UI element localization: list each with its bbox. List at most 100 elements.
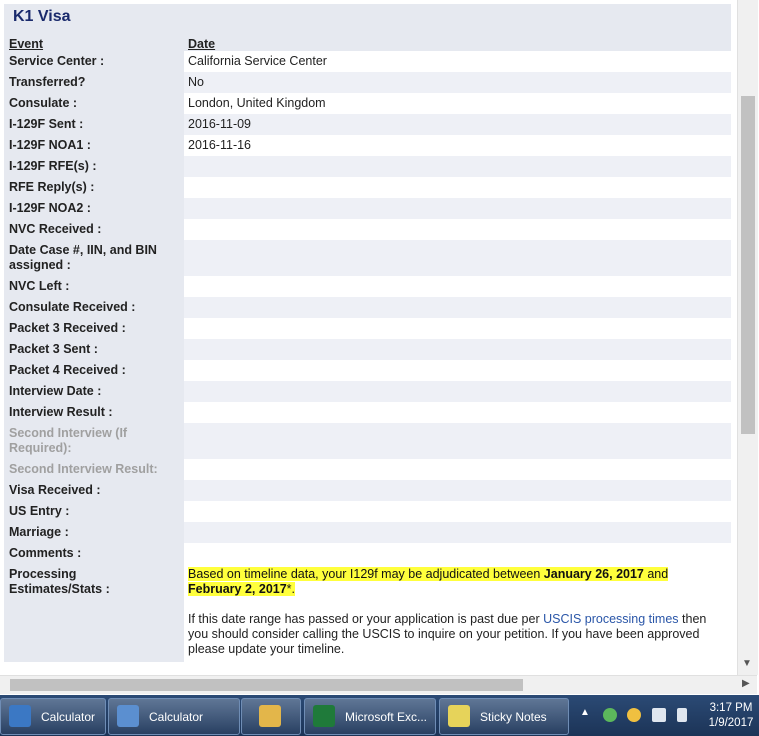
scroll-down-arrow-icon[interactable]: ▼ — [742, 658, 752, 669]
estimate-suffix: *. — [286, 582, 296, 596]
network-icon[interactable] — [652, 708, 666, 722]
row-value: 2016-11-16 — [184, 135, 731, 156]
row-label: Marriage : — [9, 525, 69, 539]
row-value: No — [184, 72, 731, 93]
timeline-row: Marriage : — [4, 522, 731, 543]
row-label: Consulate : — [9, 96, 78, 110]
estimate-and: and — [643, 567, 669, 581]
row-value — [184, 459, 731, 480]
row-label: Second Interview (If Required): — [9, 426, 128, 455]
show-hidden-icons-icon[interactable]: ▲ — [580, 707, 590, 718]
row-label: Service Center : — [9, 54, 105, 68]
timeline-row: Consulate : London, United Kingdom — [4, 93, 731, 114]
horizontal-scrollbar[interactable]: ▶ — [0, 675, 757, 694]
timeline-row: NVC Received : — [4, 219, 731, 240]
horizontal-scroll-thumb[interactable] — [10, 679, 523, 691]
timeline-row: NVC Left : — [4, 276, 731, 297]
row-value: California Service Center — [184, 51, 731, 72]
timeline-row: I-129F Sent : 2016-11-09 — [4, 114, 731, 135]
row-value: London, United Kingdom — [184, 93, 731, 114]
vertical-scroll-thumb[interactable] — [741, 96, 755, 434]
timeline-row: Interview Date : — [4, 381, 731, 402]
taskbar-button[interactable] — [241, 698, 301, 735]
estimate-text: Based on timeline data, your I129f may b… — [188, 567, 708, 597]
timeline-row: Second Interview Result: — [4, 459, 731, 480]
note-before-link: If this date range has passed or your ap… — [188, 612, 544, 626]
tray-app-icon[interactable] — [603, 708, 617, 722]
row-value — [184, 522, 731, 543]
timeline-row: US Entry : — [4, 501, 731, 522]
row-value — [184, 501, 731, 522]
row-label: Consulate Received : — [9, 300, 136, 314]
row-value — [184, 156, 731, 177]
row-label: Date Case #, IIN, and BIN assigned : — [9, 243, 157, 272]
row-value — [184, 297, 731, 318]
timeline-row: I-129F NOA1 : 2016-11-16 — [4, 135, 731, 156]
row-label: Comments : — [9, 546, 82, 560]
taskbar-button[interactable]: Sticky Notes — [439, 698, 569, 735]
taskbar-button[interactable]: Calculator — [108, 698, 240, 735]
row-label: US Entry : — [9, 504, 70, 518]
row-label: Processing Estimates/Stats : — [9, 567, 110, 596]
timeline-row: Service Center : California Service Cente… — [4, 51, 731, 72]
row-label: Transferred? — [9, 75, 86, 89]
volume-icon[interactable] — [677, 708, 687, 722]
row-value — [184, 339, 731, 360]
row-label: I-129F NOA1 : — [9, 138, 91, 152]
taskbar-button[interactable]: Calculator — [0, 698, 106, 735]
taskbar-button-label: Sticky Notes — [480, 710, 547, 724]
row-value — [184, 543, 731, 564]
timeline-row: Packet 3 Received : — [4, 318, 731, 339]
taskbar-button-label: Microsoft Exc... — [345, 710, 428, 724]
timeline-row: Transferred? No — [4, 72, 731, 93]
estimate-date-start: January 26, 2017 — [543, 567, 644, 581]
row-value — [184, 423, 731, 459]
row-label: Packet 3 Received : — [9, 321, 126, 335]
row-value: 2016-11-09 — [184, 114, 731, 135]
timeline-row: Interview Result : — [4, 402, 731, 423]
row-label: NVC Received : — [9, 222, 102, 236]
timeline-row: Comments : — [4, 543, 731, 564]
row-label: RFE Reply(s) : — [9, 180, 95, 194]
timeline-row: I-129F RFE(s) : — [4, 156, 731, 177]
timeline-row: Second Interview (If Required): — [4, 423, 731, 459]
row-value — [184, 381, 731, 402]
vertical-scrollbar[interactable]: ▼ — [737, 0, 758, 675]
estimate-date-end: February 2, 2017 — [188, 582, 287, 596]
row-label: NVC Left : — [9, 279, 70, 293]
estimate-prefix: Based on timeline data, your I129f may b… — [188, 567, 544, 581]
calculator-icon — [117, 705, 139, 727]
taskbar-button-label: Calculator — [41, 710, 96, 724]
excel-icon — [313, 705, 335, 727]
uscis-processing-times-link[interactable]: USCIS processing times — [543, 612, 678, 626]
timeline-row: Visa Received : — [4, 480, 731, 501]
date-column-header: Date — [188, 37, 216, 51]
row-value — [184, 198, 731, 219]
system-clock[interactable]: 3:17 PM 1/9/2017 — [705, 701, 757, 731]
timeline-row: RFE Reply(s) : — [4, 177, 731, 198]
row-label: Interview Date : — [9, 384, 102, 398]
taskbar: Calculator Calculator Microsoft Exc... Stic… — [0, 695, 759, 736]
taskbar-button[interactable]: Microsoft Exc... — [304, 698, 436, 735]
row-value — [184, 318, 731, 339]
timeline-row: Packet 4 Received : — [4, 360, 731, 381]
row-value — [184, 402, 731, 423]
calculator-icon — [9, 705, 31, 727]
clock-date: 1/9/2017 — [708, 717, 754, 729]
row-label: I-129F Sent : — [9, 117, 84, 131]
timeline-row: I-129F NOA2 : — [4, 198, 731, 219]
scroll-right-arrow-icon[interactable]: ▶ — [742, 678, 750, 689]
row-value — [184, 240, 731, 276]
row-label: Second Interview Result: — [9, 462, 158, 476]
timeline-row: Packet 3 Sent : — [4, 339, 731, 360]
row-label: Packet 4 Received : — [9, 363, 126, 377]
row-value — [184, 177, 731, 198]
row-value — [184, 360, 731, 381]
row-label: Packet 3 Sent : — [9, 342, 98, 356]
row-label: Interview Result : — [9, 405, 113, 419]
row-label: I-129F RFE(s) : — [9, 159, 97, 173]
row-label: Visa Received : — [9, 483, 101, 497]
timeline-row: Date Case #, IIN, and BIN assigned : — [4, 240, 731, 276]
row-value — [184, 276, 731, 297]
tray-update-icon[interactable] — [627, 708, 641, 722]
